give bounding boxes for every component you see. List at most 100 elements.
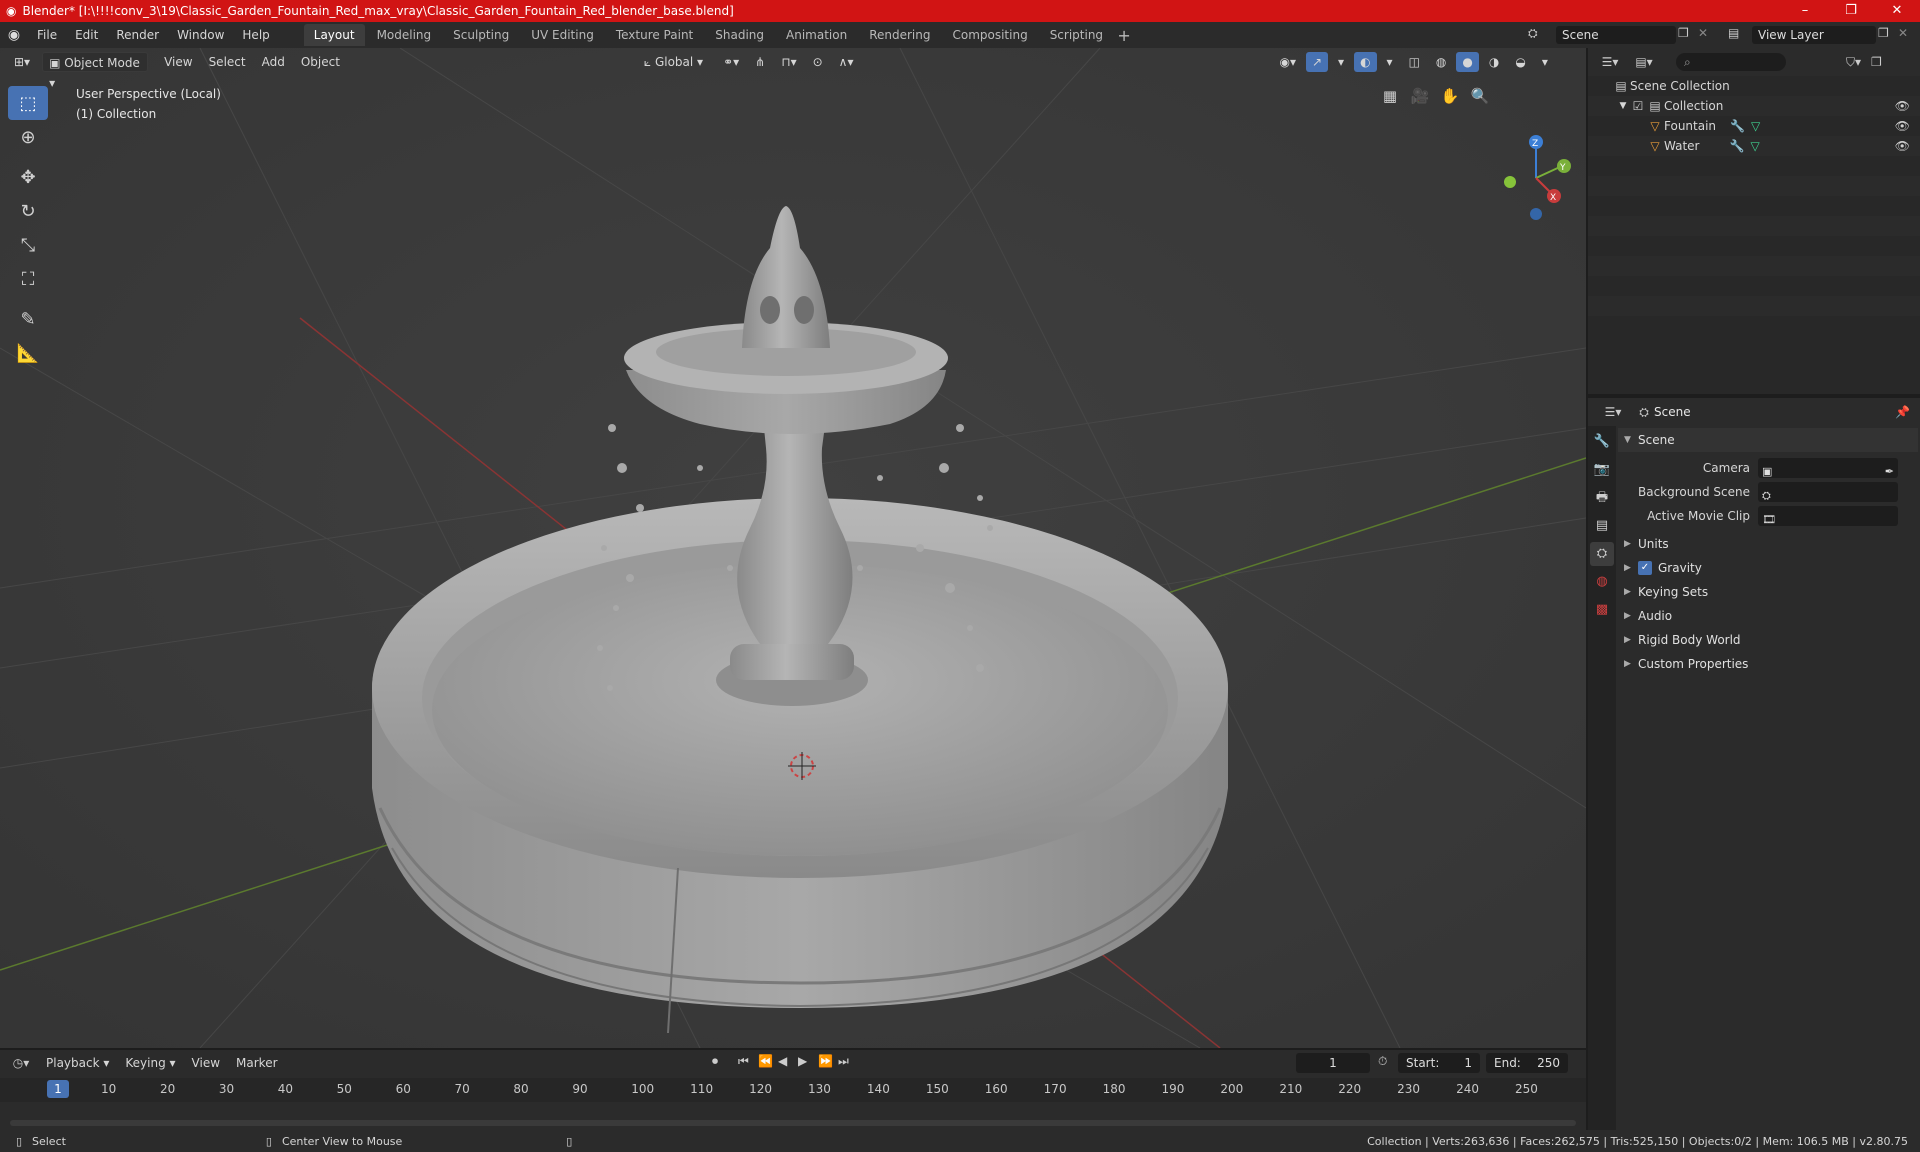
menu-keying[interactable]: Keying ▾ [119,1053,181,1073]
mode-selector[interactable]: ▣ Object Mode ▾ [42,52,149,90]
outliner-scene-collection[interactable]: ▤ Scene Collection [1588,76,1920,96]
snap-icon[interactable]: ⋔ [749,52,771,72]
wireframe-shading-icon[interactable]: ◍ [1430,52,1452,72]
new-view-layer-icon[interactable]: ❐ [1878,26,1889,40]
minimize-button[interactable]: – [1782,0,1828,22]
viewport-scene[interactable]: Z Y X [0,48,1586,1048]
move-tool[interactable]: ✥ [8,160,48,194]
outliner-object-water[interactable]: ▽ Water 🔧 ▽ 👁 [1588,136,1920,156]
snap-target-icon[interactable]: ⊓▾ [775,52,802,72]
active-movie-clip-field[interactable]: 🎞 [1758,506,1898,526]
pin-icon[interactable]: 📌 [1895,405,1910,419]
select-box-tool[interactable]: ⬚ [8,86,48,120]
tab-modeling[interactable]: Modeling [367,24,442,46]
menu-help[interactable]: Help [233,22,278,48]
stopwatch-icon[interactable]: ⏱ [1378,1054,1387,1069]
cursor-tool[interactable]: ⊕ [8,120,48,154]
tab-sculpting[interactable]: Sculpting [443,24,519,46]
menu-view[interactable]: View [158,52,198,72]
modifier-wrench-icon[interactable]: 🔧 [1730,116,1745,136]
current-frame-field[interactable]: 1 [1296,1053,1370,1073]
modifier-wrench-icon[interactable]: 🔧 [1729,136,1744,156]
record-icon[interactable]: ⏺ [712,1054,718,1069]
tab-scripting[interactable]: Scripting [1040,24,1113,46]
current-frame-marker[interactable]: 1 [47,1080,69,1098]
display-mode-icon[interactable]: ▤▾ [1630,55,1658,69]
eye-icon[interactable]: 👁 [1895,136,1910,156]
play-reverse-icon[interactable]: ◀ [778,1054,787,1068]
timeline-scrollbar[interactable] [10,1120,1576,1126]
gravity-panel[interactable]: ▶ ✓ Gravity [1618,556,1918,580]
jump-end-icon[interactable]: ⏭ [838,1054,849,1069]
mesh-data-icon[interactable]: ▽ [1750,136,1759,156]
tab-scene-icon[interactable]: ⛭ [1590,542,1614,566]
expand-collection-icon[interactable]: ▼ [1616,96,1630,116]
tab-compositing[interactable]: Compositing [942,24,1037,46]
menu-edit[interactable]: Edit [66,22,107,48]
new-collection-icon[interactable]: ❐ [1871,55,1882,69]
view-layer-icon[interactable]: ▤ [1728,26,1739,40]
scale-tool[interactable]: ⤡ [8,228,48,262]
menu-playback[interactable]: Playback ▾ [40,1053,115,1073]
pivot-icon[interactable]: ⚭▾ [717,52,745,72]
filter-icon[interactable]: ⛉▾ [1846,55,1861,70]
prev-keyframe-icon[interactable]: ⏪ [758,1054,773,1068]
overlay-menu-icon[interactable]: ▾ [1381,52,1399,72]
tab-shading[interactable]: Shading [705,24,774,46]
menu-window[interactable]: Window [168,22,233,48]
menu-render[interactable]: Render [107,22,168,48]
gizmo-toggle-icon[interactable]: ↗ [1305,52,1329,72]
pan-hand-icon[interactable]: ✋ [1440,86,1460,106]
grid-view-icon[interactable]: ▦ [1380,86,1400,106]
tab-layout[interactable]: Layout [303,24,365,46]
measure-tool[interactable]: 📐 [8,336,48,370]
overlay-toggle-icon[interactable]: ◐ [1354,52,1377,72]
add-workspace-icon[interactable]: + [1114,26,1134,45]
visibility-icon[interactable]: ◉▾ [1273,52,1302,72]
delete-view-layer-icon[interactable]: ✕ [1898,26,1908,40]
play-icon[interactable]: ▶ [798,1054,807,1068]
menu-select[interactable]: Select [203,52,252,72]
tab-uv-editing[interactable]: UV Editing [521,24,604,46]
outliner-search-input[interactable]: ⌕ [1676,53,1786,71]
outliner-editor-icon[interactable]: ☰▾ [1596,55,1624,69]
editor-type-icon[interactable]: ⊞▾ [8,52,36,72]
tab-rendering[interactable]: Rendering [859,24,940,46]
eye-icon[interactable]: 👁 [1895,96,1910,116]
eye-icon[interactable]: 👁 [1895,116,1910,136]
outliner-collection[interactable]: ▼ ☑ ▤ Collection 👁 [1588,96,1920,116]
mesh-data-icon[interactable]: ▽ [1751,116,1760,136]
shading-menu-icon[interactable]: ▾ [1536,52,1554,72]
eyedropper-icon[interactable]: ✒ [1885,460,1894,484]
maximize-button[interactable]: ❐ [1828,0,1874,22]
tab-output-icon[interactable]: 🖶 [1590,486,1614,510]
new-scene-icon[interactable]: ❐ [1678,26,1689,40]
menu-object[interactable]: Object [295,52,346,72]
transform-orientation[interactable]: ⟀ Global ▾ [638,52,709,72]
audio-panel[interactable]: ▶ Audio [1618,604,1918,628]
rendered-shading-icon[interactable]: ◒ [1509,52,1531,72]
gizmo-menu-icon[interactable]: ▾ [1332,52,1350,72]
solid-shading-icon[interactable]: ● [1456,52,1479,72]
rotate-tool[interactable]: ↻ [8,194,48,228]
menu-add[interactable]: Add [256,52,291,72]
gravity-checkbox[interactable]: ✓ [1638,561,1652,575]
3d-viewport[interactable]: Z Y X ⊞▾ ▣ Object Mode ▾ View Select Add… [0,48,1586,1048]
camera-field[interactable]: ▣ ✒ [1758,458,1898,478]
tab-texture-paint[interactable]: Texture Paint [606,24,703,46]
blender-menu-icon[interactable]: ◉ [0,27,28,43]
tab-texture-icon[interactable]: ▩ [1590,598,1614,622]
menu-timeline-view[interactable]: View [186,1053,226,1073]
tab-view-layer-icon[interactable]: ▤ [1590,514,1614,538]
keying-sets-panel[interactable]: ▶ Keying Sets [1618,580,1918,604]
menu-file[interactable]: File [28,22,66,48]
zoom-icon[interactable]: 🔍 [1470,86,1490,106]
tab-world-icon[interactable]: ◍ [1590,570,1614,594]
proportional-edit-icon[interactable]: ⊙ [807,52,829,72]
scene-panel-header[interactable]: ▼ Scene [1618,428,1918,452]
scene-selector[interactable]: Scene [1556,26,1676,44]
background-scene-field[interactable]: ⛭ [1758,482,1898,502]
timeline-ruler[interactable]: 1 10 20 30 40 50 60 70 80 90 100 110 120 130 140 150 160… [0,1078,1586,1102]
menu-marker[interactable]: Marker [230,1053,283,1073]
tab-render-icon[interactable]: 📷 [1590,458,1614,482]
